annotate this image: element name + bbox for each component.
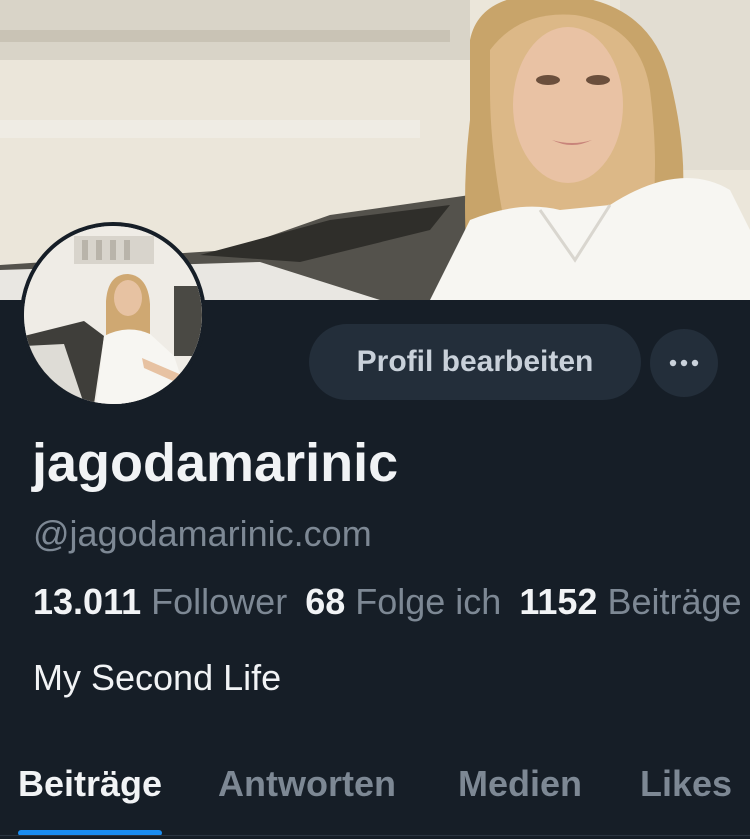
tab-media[interactable]: Medien — [458, 752, 582, 816]
following-count: 68 — [305, 581, 346, 622]
more-options-button[interactable] — [650, 329, 718, 397]
profile-bio: My Second Life — [33, 657, 282, 698]
tab-replies-label: Antworten — [218, 763, 396, 804]
posts-stat[interactable]: 1152 Beiträge — [519, 579, 741, 625]
profile-stats: 13.011 Follower 68 Folge ich 1152 Beiträ… — [33, 579, 750, 625]
tab-likes[interactable]: Likes — [640, 752, 732, 816]
tab-likes-label: Likes — [640, 763, 733, 804]
followers-count: 13.011 — [33, 581, 142, 622]
tab-posts-label: Beiträge — [18, 763, 163, 804]
tabs-divider — [0, 835, 750, 836]
tab-posts[interactable]: Beiträge — [18, 752, 163, 836]
followers-label: Follower — [151, 581, 288, 622]
ellipsis-icon — [669, 354, 699, 372]
followers-stat[interactable]: 13.011 Follower — [33, 579, 287, 625]
edit-profile-button[interactable]: Profil bearbeiten — [309, 324, 641, 400]
following-stat[interactable]: 68 Folge ich — [305, 579, 501, 625]
following-label: Folge ich — [355, 581, 502, 622]
posts-label: Beiträge — [607, 581, 742, 622]
tab-media-label: Medien — [458, 763, 583, 804]
display-name: jagodamarinic — [32, 433, 399, 493]
avatar[interactable] — [20, 222, 206, 408]
posts-count: 1152 — [519, 581, 598, 622]
profile-tabs: Beiträge Antworten Medien Likes — [0, 752, 750, 839]
profile-handle: @jagodamarinic.com — [33, 513, 372, 554]
tab-replies[interactable]: Antworten — [218, 752, 396, 816]
